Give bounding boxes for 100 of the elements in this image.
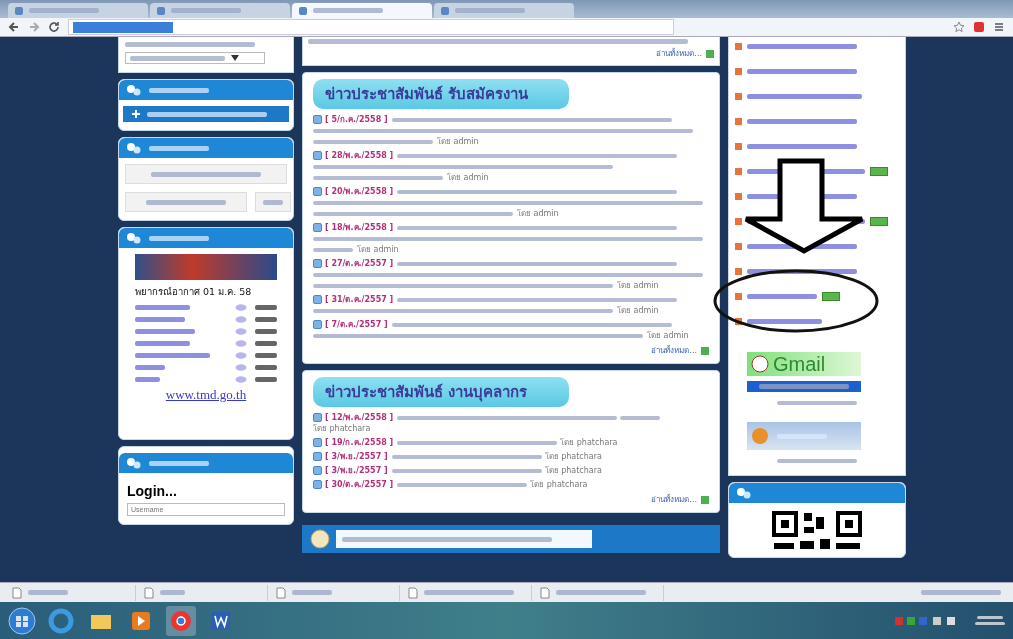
news-heading: ข่าวประชาสัมพันธ์ งานบุคลากร	[313, 377, 569, 407]
illegible-text	[313, 247, 353, 252]
emblem-icon	[310, 529, 330, 549]
illegible-text	[255, 376, 277, 382]
cloud-icon	[235, 363, 247, 371]
news-author: โดย admin	[517, 209, 559, 218]
news-date[interactable]: [ 31/ต.ค./2557 ]	[325, 295, 394, 304]
reload-icon	[48, 21, 60, 33]
illegible-text	[135, 376, 160, 382]
news-date[interactable]: [ 5/ก.ค./2558 ]	[325, 115, 388, 124]
emblem-icon	[751, 355, 769, 373]
illegible-text	[135, 364, 165, 370]
illegible-text	[160, 590, 185, 595]
doc-icon	[701, 495, 709, 504]
bullet-icon	[313, 259, 322, 268]
cloud-icon	[235, 303, 247, 311]
bullet-icon	[313, 452, 322, 461]
dropdown-field[interactable]	[125, 52, 265, 64]
browser-icon	[166, 605, 196, 636]
bullet-icon	[313, 187, 322, 196]
chat-icon	[125, 231, 143, 245]
back-icon	[8, 21, 20, 33]
illegible-text	[135, 304, 190, 310]
news-author: โดย admin	[647, 331, 689, 340]
plus-icon	[131, 109, 141, 119]
blog-link[interactable]	[123, 106, 289, 122]
page-icon	[14, 5, 24, 16]
illegible-text	[263, 199, 283, 205]
news-date[interactable]: [ 3/พ.ย./2557 ]	[325, 466, 388, 475]
news-date[interactable]: [ 3/พ.ย./2557 ]	[325, 452, 388, 461]
doc-icon	[706, 49, 714, 58]
blog-button[interactable]	[125, 164, 287, 184]
clock[interactable]	[975, 616, 1005, 625]
news-author: โดย phatchara	[560, 438, 618, 447]
bullet-icon	[735, 242, 742, 250]
bullet-icon	[735, 317, 742, 325]
news-date[interactable]: [ 19/ก.ค./2558 ]	[325, 438, 394, 447]
bullet-icon	[735, 117, 742, 125]
illegible-text	[135, 316, 185, 322]
blog-button[interactable]	[255, 192, 291, 212]
news-date[interactable]: [ 12/พ.ค./2558 ]	[325, 413, 394, 422]
browser-tab[interactable]	[150, 3, 290, 18]
cloud-icon	[235, 339, 247, 347]
file-icon	[144, 586, 154, 599]
bullet-icon	[313, 115, 322, 124]
browser-tab[interactable]	[434, 3, 574, 18]
illegible-text	[255, 364, 277, 370]
chat-icon	[125, 83, 143, 97]
news-date[interactable]: [ 7/ต.ค./2557 ]	[325, 320, 388, 329]
bullet-icon	[313, 320, 322, 329]
news-date[interactable]: [ 28/พ.ค./2558 ]	[325, 151, 394, 160]
news-date[interactable]: [ 18/พ.ค./2558 ]	[325, 223, 394, 232]
illegible-text	[29, 8, 99, 13]
illegible-text	[149, 145, 209, 151]
weather-title: พยากรณ์อากาศ 01 ม.ค. 58	[135, 285, 253, 299]
news-date[interactable]: [ 27/ต.ค./2557 ]	[325, 259, 394, 268]
illegible-text	[255, 328, 277, 334]
bullet-icon	[313, 466, 322, 475]
page-icon	[156, 5, 166, 16]
gmail-banner[interactable]: Gmail	[747, 352, 861, 376]
news-date[interactable]: [ 30/ต.ค./2557 ]	[325, 480, 394, 489]
chat-icon	[125, 456, 143, 470]
news-author: โดย phatchara	[544, 452, 602, 461]
cloud-icon	[235, 375, 247, 383]
illegible-text	[135, 340, 190, 346]
read-more-link[interactable]: อ่านทั้งหมด...	[656, 47, 702, 60]
illegible-text	[171, 8, 241, 13]
file-icon	[540, 586, 550, 599]
illegible-text	[977, 616, 1003, 619]
chat-icon	[735, 486, 753, 500]
bullet-icon	[313, 413, 322, 422]
bullet-icon	[313, 151, 322, 160]
page-icon	[298, 5, 308, 16]
illegible-text	[975, 622, 1005, 625]
illegible-text	[255, 352, 277, 358]
browser-tab[interactable]	[292, 3, 432, 18]
news-author: โดย admin	[617, 281, 659, 290]
mail-banner[interactable]	[747, 422, 861, 450]
news-author: โดย phatchara	[544, 466, 602, 475]
bullet-icon	[735, 92, 742, 100]
bullet-icon	[735, 167, 742, 175]
new-badge	[870, 216, 888, 226]
news-date[interactable]: [ 20/พ.ค./2558 ]	[325, 187, 394, 196]
file-icon	[408, 586, 418, 599]
browser-tab[interactable]	[8, 3, 148, 18]
bullet-icon	[735, 67, 742, 75]
read-more-link[interactable]: อ่านทั้งหมด...	[651, 344, 697, 357]
news-author: โดย admin	[437, 137, 479, 146]
star-icon	[953, 21, 965, 33]
login-title: Login...	[127, 483, 178, 499]
file-icon	[12, 586, 22, 599]
blog-button[interactable]	[125, 192, 247, 212]
address-field[interactable]	[68, 19, 674, 35]
weather-link[interactable]: www.tmd.go.th	[119, 387, 293, 403]
doc-icon	[701, 346, 709, 355]
illegible-text	[149, 87, 209, 93]
new-badge	[870, 166, 888, 176]
forward-icon	[28, 21, 40, 33]
illegible-text	[149, 460, 209, 466]
read-more-link[interactable]: อ่านทั้งหมด...	[651, 493, 697, 506]
